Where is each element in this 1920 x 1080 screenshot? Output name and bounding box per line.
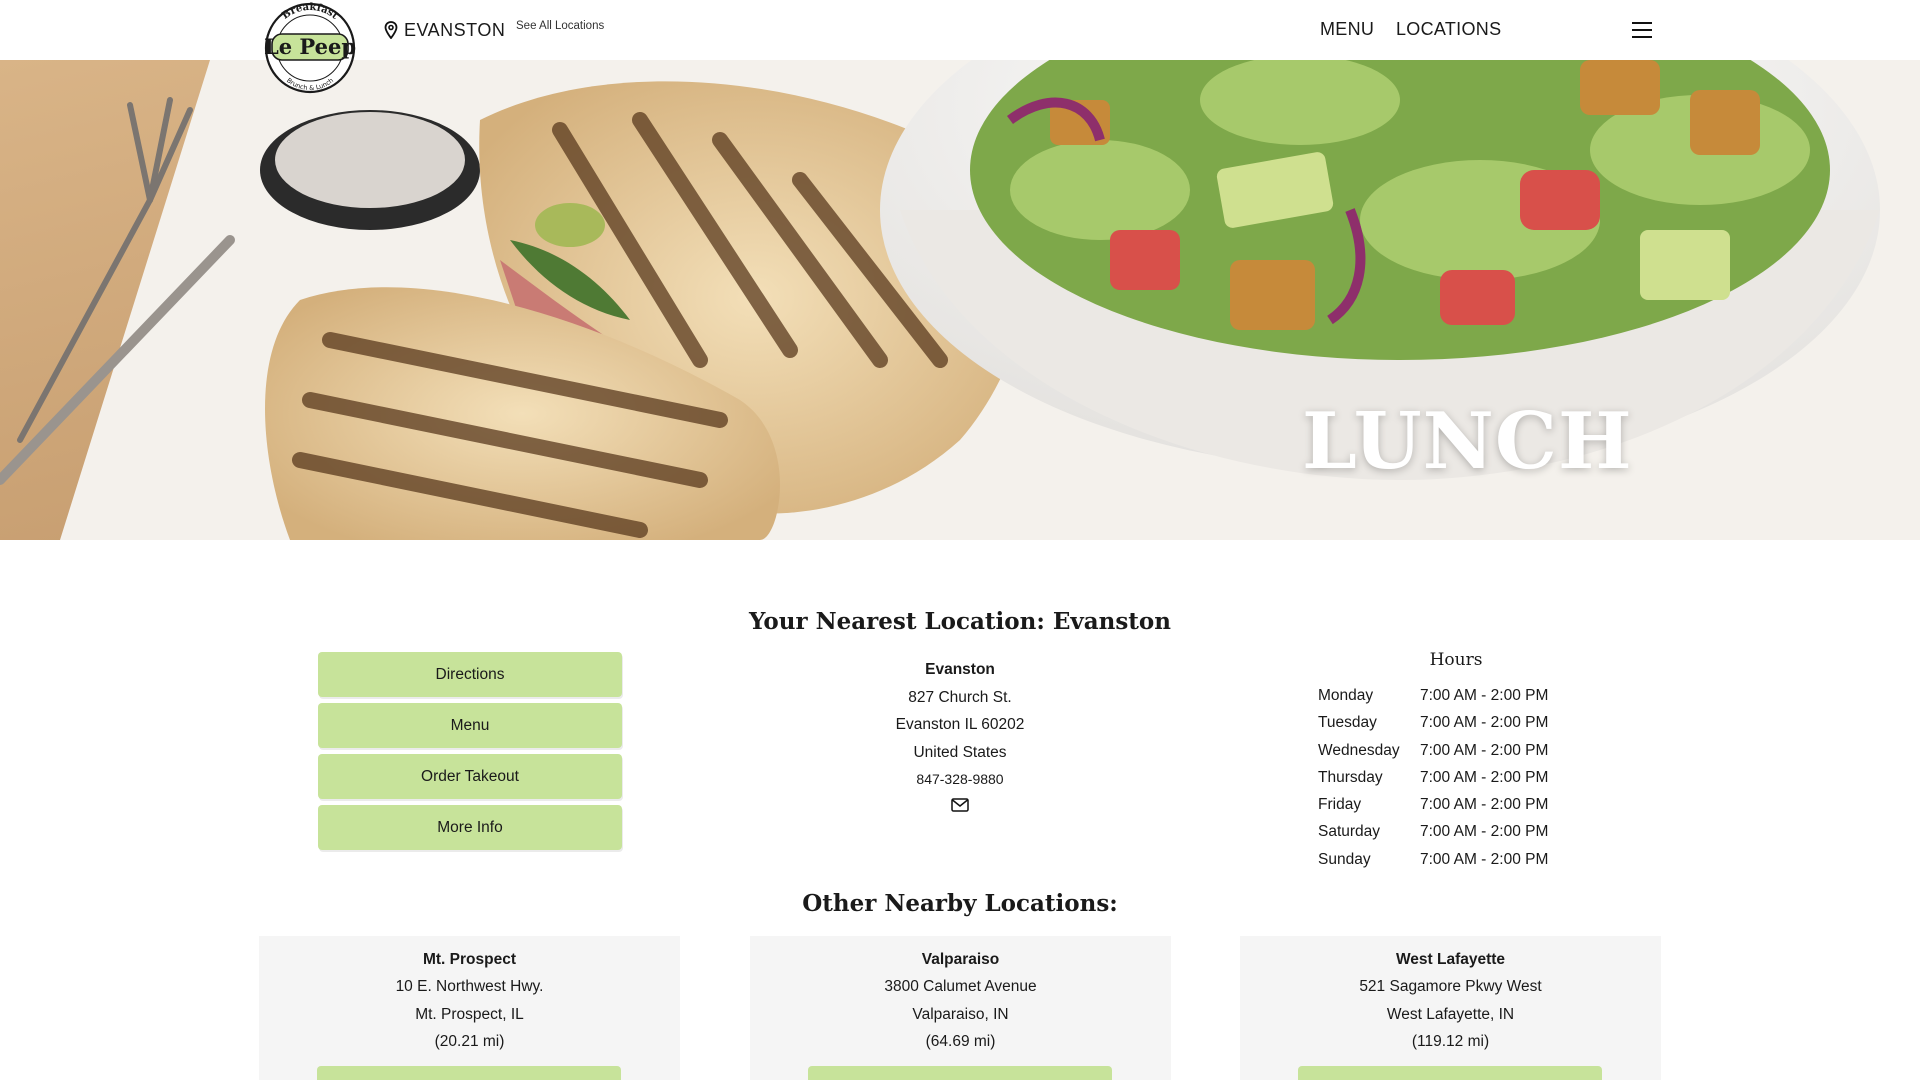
location-card-distance: (64.69 mi) [925,1032,996,1050]
location-card-button[interactable] [1298,1066,1602,1080]
nav-menu-link[interactable]: MENU [1320,19,1374,40]
location-card-street: 521 Sagamore Pkwy West [1359,978,1542,996]
hours-row: Monday 7:00 AM - 2:00 PM [1318,682,1578,709]
hero-banner: LUNCH [0,60,1920,540]
envelope-icon[interactable] [951,797,969,812]
hours-time: 7:00 AM - 2:00 PM [1420,823,1549,841]
nearest-address-block: Evanston 827 Church St. Evanston IL 6020… [810,656,1110,812]
hours-day: Sunday [1318,850,1371,868]
le-peep-logo[interactable]: Breakfast Le Peep Brunch & Lunch [258,2,362,94]
nav-locations-link[interactable]: LOCATIONS [1396,19,1501,40]
location-card-name: Valparaiso [921,951,1000,968]
location-card-west-lafayette: West Lafayette 521 Sagamore Pkwy West We… [1240,936,1661,1080]
hero-title: LUNCH [1302,396,1633,487]
location-card-distance: (119.12 mi) [1411,1032,1490,1050]
see-all-locations-link[interactable]: See All Locations [516,20,604,32]
nearest-location-name: Evanston [925,661,995,678]
location-card-button[interactable] [317,1066,621,1080]
directions-button[interactable]: Directions [318,652,622,697]
map-pin-icon [384,21,398,39]
hours-row: Saturday 7:00 AM - 2:00 PM [1318,818,1578,845]
current-location-link[interactable]: EVANSTON [384,16,505,44]
hours-time: 7:00 AM - 2:00 PM [1420,687,1549,704]
hours-day: Saturday [1318,823,1381,841]
phone-link[interactable]: 847-328-9880 [916,771,1003,787]
location-card-street: 3800 Calumet Avenue [884,978,1037,996]
hours-row: Wednesday 7:00 AM - 2:00 PM [1318,737,1578,764]
nearest-location-title: Your Nearest Location: Evanston [749,608,1171,635]
nearest-city: Evanston IL 60202 [895,716,1025,733]
hours-day: Friday [1318,796,1362,814]
hours-table: Hours Monday 7:00 AM - 2:00 PM Tuesday 7:0… [1318,650,1578,873]
more-info-button[interactable]: More Info [318,805,622,850]
location-card-city: Valparaiso, IN [912,1005,1009,1023]
hours-time: 7:00 AM - 2:00 PM [1420,850,1549,868]
hours-row: Sunday 7:00 AM - 2:00 PM [1318,846,1578,873]
hours-day: Monday [1318,687,1374,704]
nearest-street: 827 Church St. [908,688,1012,706]
current-location-name: EVANSTON [404,19,506,40]
hours-time: 7:00 AM - 2:00 PM [1420,714,1549,732]
hours-day: Tuesday [1318,714,1377,732]
hours-title: Hours [1429,650,1483,670]
nearest-country: United States [913,743,1007,761]
location-card-valparaiso: Valparaiso 3800 Calumet Avenue Valparais… [750,936,1171,1080]
location-card-mt-prospect: Mt. Prospect 10 E. Northwest Hwy. Mt. Pr… [259,936,680,1080]
location-card-street: 10 E. Northwest Hwy. [395,978,544,996]
other-locations-title: Other Nearby Locations: [802,890,1118,917]
location-card-name: Mt. Prospect [422,951,516,968]
menu-button[interactable]: Menu [318,703,622,748]
hours-day: Thursday [1318,768,1383,786]
location-card-city: Mt. Prospect, IL [415,1005,524,1023]
hours-row: Friday 7:00 AM - 2:00 PM [1318,791,1578,818]
location-card-city: West Lafayette, IN [1386,1005,1515,1023]
location-card-name: West Lafayette [1395,951,1506,968]
location-action-buttons: Directions Menu Order Takeout More Info [318,652,622,856]
hours-day: Wednesday [1318,741,1400,759]
hours-time: 7:00 AM - 2:00 PM [1420,796,1549,814]
hours-row: Thursday 7:00 AM - 2:00 PM [1318,764,1578,791]
hamburger-icon[interactable] [1622,10,1662,50]
location-card-distance: (20.21 mi) [434,1032,505,1050]
hours-time: 7:00 AM - 2:00 PM [1420,768,1549,786]
logo-wordmark: Le Peep [264,34,356,59]
location-card-button[interactable] [808,1066,1112,1080]
hours-row: Tuesday 7:00 AM - 2:00 PM [1318,709,1578,736]
hours-time: 7:00 AM - 2:00 PM [1420,741,1549,759]
order-takeout-button[interactable]: Order Takeout [318,754,622,799]
